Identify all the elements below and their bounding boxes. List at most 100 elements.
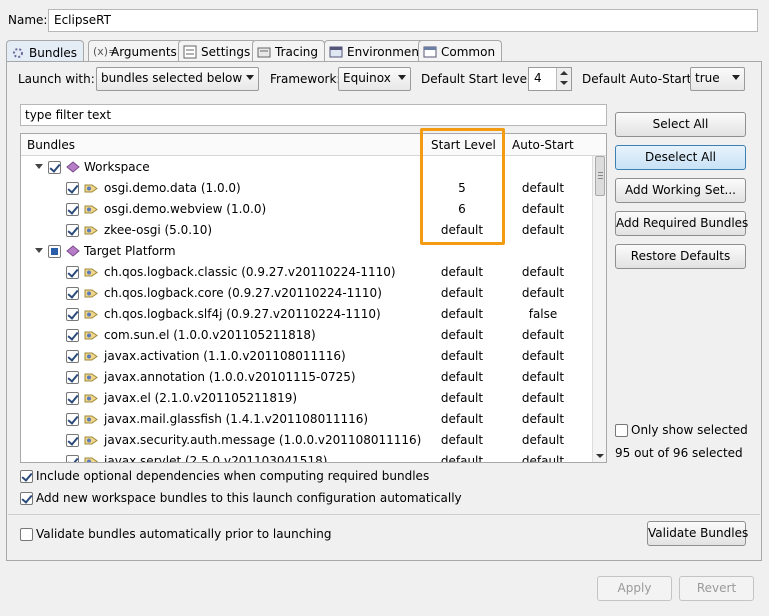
plugin-icon [84,415,98,424]
bundle-name: javax.security.auth.message (1.0.0.v2011… [104,433,422,447]
group-checkbox[interactable] [48,161,61,174]
bundle-checkbox[interactable] [66,455,79,462]
start-level-cell[interactable]: default [421,391,503,405]
only-show-selected-checkbox[interactable] [615,424,628,437]
start-level-cell[interactable]: default [421,433,503,447]
filter-input[interactable]: type filter text [20,104,607,126]
table-row[interactable]: ch.qos.logback.classic (0.9.27.v20110224… [21,262,591,283]
divider [8,514,760,515]
bundle-checkbox[interactable] [66,266,79,279]
table-row[interactable]: javax.annotation (1.0.0.v20101115-0725) d… [21,367,591,388]
start-level-cell[interactable]: default [421,412,503,426]
auto-start-cell[interactable]: default [503,202,583,216]
table-row[interactable]: ch.qos.logback.core (0.9.27.v20110224-11… [21,283,591,304]
bundle-checkbox[interactable] [66,434,79,447]
tab-settings[interactable]: Settings [178,40,258,61]
start-level-cell[interactable]: default [421,286,503,300]
column-bundles[interactable]: Bundles [27,138,75,152]
start-level-cell[interactable]: default [421,265,503,279]
bundle-checkbox[interactable] [66,329,79,342]
auto-start-cell[interactable]: default [503,412,583,426]
auto-start-cell[interactable]: default [503,328,583,342]
tab-common[interactable]: Common [418,40,503,61]
bundle-checkbox[interactable] [66,308,79,321]
table-row[interactable]: ch.qos.logback.slf4j (0.9.27.v20110224-1… [21,304,591,325]
deselect-all-button[interactable]: Deselect All [615,145,746,170]
auto-start-cell[interactable]: default [503,286,583,300]
bundle-checkbox[interactable] [66,371,79,384]
bundle-checkbox[interactable] [66,413,79,426]
auto-start-cell[interactable]: default [503,370,583,384]
auto-start-cell[interactable]: default [503,454,583,462]
tab-arguments[interactable]: (x)= Arguments [88,40,184,61]
scrollbar-thumb[interactable] [595,156,605,196]
scroll-down-icon[interactable] [596,454,604,458]
start-level-cell[interactable]: default [421,328,503,342]
apply-button[interactable]: Apply [597,576,672,601]
bundle-checkbox[interactable] [66,350,79,363]
spin-up-icon[interactable] [560,71,568,75]
table-row[interactable]: zkee-osgi (5.0.10) default default [21,220,591,241]
auto-start-cell[interactable]: default [503,181,583,195]
bundle-name: ch.qos.logback.classic (0.9.27.v20110224… [104,265,396,279]
expand-toggle-icon[interactable] [35,164,43,169]
table-row[interactable]: javax.mail.glassfish (1.4.1.v20110801111… [21,409,591,430]
group-row[interactable]: Target Platform [21,241,591,262]
revert-button[interactable]: Revert [679,576,754,601]
validate-auto-label: Validate bundles automatically prior to … [36,527,332,541]
bundle-checkbox[interactable] [66,182,79,195]
spinner-buttons[interactable] [556,68,571,90]
column-auto-start[interactable]: Auto-Start [512,138,574,152]
auto-start-cell[interactable]: default [503,265,583,279]
bundle-name: javax.activation (1.1.0.v201108011116) [104,349,346,363]
group-checkbox[interactable] [48,245,61,258]
auto-start-cell[interactable]: false [503,307,583,321]
start-level-cell[interactable]: default [421,370,503,384]
table-row[interactable]: javax.servlet (2.5.0.v201103041518) defau… [21,451,591,462]
bundle-checkbox[interactable] [66,287,79,300]
add-working-set-button[interactable]: Add Working Set... [615,178,746,203]
bundle-checkbox[interactable] [66,392,79,405]
table-row[interactable]: javax.activation (1.1.0.v201108011116) de… [21,346,591,367]
default-start-level-spinner[interactable]: 4 [528,67,572,91]
select-all-button[interactable]: Select All [615,112,746,137]
framework-label: Framework: [270,72,341,86]
start-level-cell[interactable]: default [421,307,503,321]
restore-defaults-button[interactable]: Restore Defaults [615,244,746,269]
start-level-cell[interactable]: default [421,454,503,462]
bundle-checkbox[interactable] [66,203,79,216]
auto-start-cell[interactable]: default [503,349,583,363]
table-scrollbar[interactable] [592,156,606,462]
table-row[interactable]: javax.security.auth.message (1.0.0.v2011… [21,430,591,451]
table-header: Bundles Start Level Auto-Start [21,134,606,156]
tab-bundles[interactable]: Bundles [6,40,85,62]
default-auto-start-select[interactable]: true [690,67,745,91]
bundle-checkbox[interactable] [66,224,79,237]
auto-start-cell[interactable]: default [503,223,583,237]
include-optional-checkbox[interactable] [20,470,33,483]
table-row[interactable]: javax.el (2.1.0.v201105211819) default def… [21,388,591,409]
arguments-icon: (x)= [93,45,118,58]
bundles-table: Bundles Start Level Auto-Start Workspace… [20,133,607,463]
auto-start-cell[interactable]: default [503,391,583,405]
launch-with-select[interactable]: bundles selected below [96,67,259,91]
start-level-highlight [420,128,505,245]
auto-start-cell[interactable]: default [503,433,583,447]
tab-environment[interactable]: Environment [324,40,431,61]
add-required-bundles-button[interactable]: Add Required Bundles [615,211,748,236]
start-level-cell[interactable]: default [421,349,503,363]
table-row[interactable]: osgi.demo.webview (1.0.0) 6 default [21,199,591,220]
add-new-workspace-checkbox[interactable] [20,492,33,505]
tab-label: Arguments [111,45,177,59]
group-row[interactable]: Workspace [21,157,591,178]
expand-toggle-icon[interactable] [35,248,43,253]
framework-select[interactable]: Equinox [338,67,411,91]
validate-bundles-button[interactable]: Validate Bundles [647,521,748,546]
table-row[interactable]: osgi.demo.data (1.0.0) 5 default [21,178,591,199]
table-row[interactable]: com.sun.el (1.0.0.v201105211818) default d… [21,325,591,346]
name-input[interactable]: EclipseRT [48,9,758,32]
validate-auto-checkbox[interactable] [20,528,33,541]
spin-down-icon[interactable] [560,81,568,85]
tab-label: Bundles [29,45,78,60]
tab-tracing[interactable]: Tracing [252,40,326,61]
